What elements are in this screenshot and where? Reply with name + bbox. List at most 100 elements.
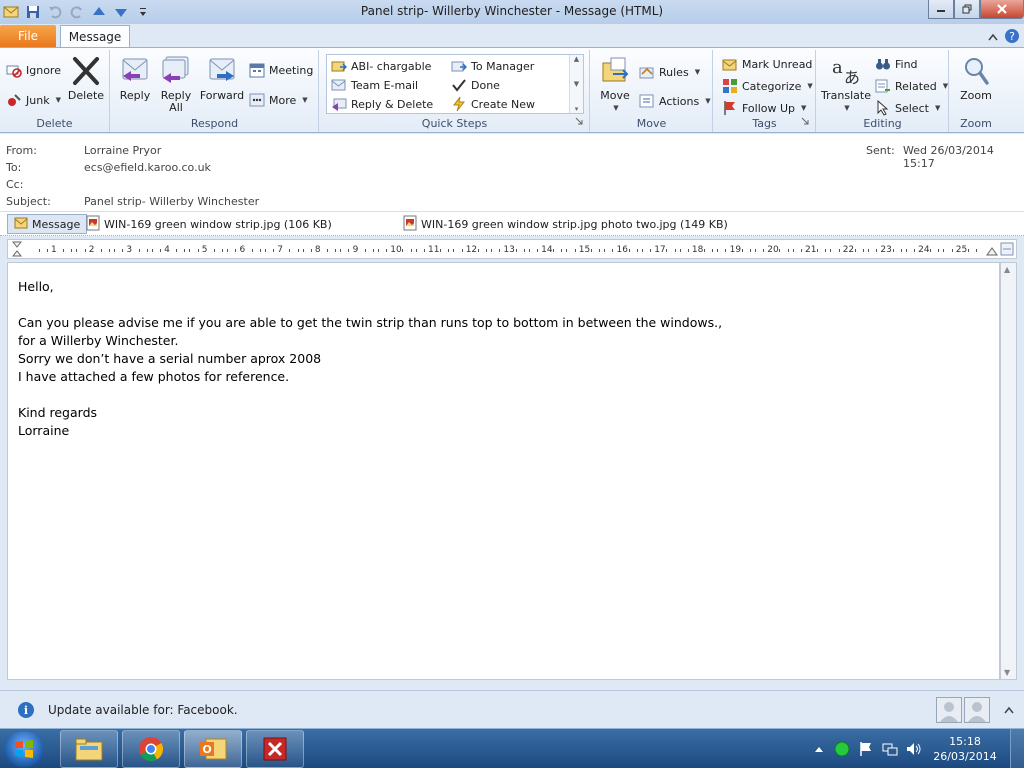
- ruler-tick-mark: [792, 249, 794, 252]
- zoom-button[interactable]: Zoom: [956, 54, 996, 102]
- minimize-button[interactable]: [928, 0, 954, 19]
- ruler-number: 5: [201, 245, 208, 255]
- show-desktop-button[interactable]: [1010, 729, 1024, 768]
- vertical-scrollbar[interactable]: ▲ ▼: [1000, 262, 1017, 680]
- info-icon: i: [18, 702, 34, 718]
- right-indent-marker-icon[interactable]: [986, 244, 998, 259]
- follow-up-button[interactable]: Follow Up ▼: [722, 100, 806, 116]
- quick-step-create-new[interactable]: Create New: [451, 96, 535, 112]
- clock-time: 15:18: [949, 735, 981, 748]
- scroll-down-icon[interactable]: ▼: [574, 80, 579, 88]
- ruler-tick-mark: [574, 249, 576, 252]
- show-hidden-icons-icon[interactable]: [814, 743, 824, 756]
- move-folder-icon: [599, 54, 631, 88]
- rules-button[interactable]: Rules ▼: [639, 64, 700, 80]
- body-line: [18, 386, 722, 404]
- ruler-tick-mark: [415, 249, 417, 252]
- ruler-tick-mark: [302, 249, 304, 252]
- quick-step-reply-delete[interactable]: Reply & Delete: [331, 96, 433, 112]
- quick-step-abi-chargable[interactable]: ABI- chargable: [331, 58, 431, 74]
- delete-button[interactable]: Delete: [66, 54, 106, 102]
- more-button[interactable]: More ▼: [249, 92, 308, 108]
- scroll-up-icon[interactable]: ▲: [574, 55, 579, 63]
- find-button[interactable]: Find: [875, 56, 918, 72]
- network-icon[interactable]: [882, 741, 898, 760]
- ruler-tick-mark: [536, 249, 538, 252]
- attachment-file[interactable]: WIN-169 green window strip.jpg photo two…: [403, 215, 728, 234]
- ruler-number: 2: [88, 245, 95, 255]
- zoom-group: Zoom Zoom: [950, 50, 1002, 132]
- status-green-icon[interactable]: [834, 741, 850, 760]
- help-icon[interactable]: ?: [1004, 28, 1020, 47]
- magnifier-icon: [960, 54, 992, 88]
- ribbon-tab-row: File Message ?: [0, 24, 1024, 48]
- sent-value: Wed 26/03/2014 15:17: [903, 144, 994, 170]
- body-line: Can you please advise me if you are able…: [18, 315, 723, 330]
- ruler-tick-mark: [84, 249, 86, 252]
- ruler-tick-mark: [863, 249, 865, 252]
- contact-photo-icon[interactable]: [936, 697, 962, 723]
- quick-steps-scroll[interactable]: ▲ ▼ ▾: [569, 55, 583, 113]
- system-clock[interactable]: 15:18 26/03/2014: [930, 734, 1000, 764]
- quick-step-team-email[interactable]: Team E-mail: [331, 77, 418, 93]
- scroll-down-arrow-icon[interactable]: ▼: [1004, 668, 1010, 677]
- ignore-button[interactable]: Ignore: [6, 62, 61, 78]
- reply-button[interactable]: Reply: [117, 54, 153, 102]
- close-button[interactable]: [980, 0, 1024, 19]
- action-center-flag-icon[interactable]: [858, 741, 874, 760]
- ruler-tick-mark: [749, 249, 751, 252]
- related-button[interactable]: Related ▼: [875, 78, 948, 94]
- to-value[interactable]: ecs@efield.karoo.co.uk: [84, 161, 211, 174]
- ruler-tick-mark: [612, 249, 614, 252]
- ruler-tick-mark: [636, 249, 638, 252]
- volume-icon[interactable]: [906, 741, 922, 760]
- indent-marker-icon[interactable]: [11, 241, 23, 260]
- mark-unread-button[interactable]: Mark Unread: [722, 56, 812, 72]
- attachment-file[interactable]: WIN-169 green window strip.jpg (106 KB): [86, 215, 332, 234]
- categorize-button[interactable]: Categorize ▼: [722, 78, 813, 94]
- taskbar-app[interactable]: [246, 730, 304, 768]
- forward-button[interactable]: Forward: [199, 54, 245, 102]
- message-view-tab[interactable]: Message: [7, 214, 88, 234]
- ruler-number: 1: [51, 245, 57, 255]
- quick-step-to-manager[interactable]: To Manager: [451, 58, 534, 74]
- translate-button[interactable]: aあ Translate ▼: [821, 54, 871, 114]
- ruler-tick-mark: [854, 249, 856, 252]
- update-available-text[interactable]: Update available for: Facebook.: [48, 703, 238, 717]
- expand-gallery-icon[interactable]: ▾: [575, 105, 579, 113]
- meeting-button[interactable]: Meeting: [249, 62, 313, 78]
- ruler-tick-mark: [938, 249, 940, 252]
- scroll-up-arrow-icon[interactable]: ▲: [1004, 265, 1010, 274]
- taskbar-explorer[interactable]: [60, 730, 118, 768]
- message-body[interactable]: Hello, Can you please advise me if you a…: [7, 262, 1000, 680]
- ruler-tick-mark: [499, 249, 501, 252]
- view-ruler-icon[interactable]: [1000, 242, 1014, 259]
- ruler-tick-mark: [892, 249, 894, 252]
- ruler-tick-mark: [159, 249, 161, 252]
- taskbar-chrome[interactable]: [122, 730, 180, 768]
- ruler-tick-mark: [71, 249, 73, 252]
- contact-photo-icon[interactable]: [964, 697, 990, 723]
- delete-x-icon: [70, 54, 102, 88]
- reply-all-icon: [160, 54, 192, 88]
- expand-people-pane-icon[interactable]: [1004, 704, 1014, 717]
- restore-icon: [962, 4, 972, 14]
- ruler-tick-mark: [477, 249, 479, 252]
- ruler-tick-mark: [491, 249, 492, 252]
- minimize-ribbon-icon[interactable]: [988, 31, 998, 44]
- ruler-tick-mark: [943, 249, 945, 252]
- tab-message[interactable]: Message: [60, 25, 130, 48]
- ruler-tick-mark: [423, 249, 425, 252]
- from-value[interactable]: Lorraine Pryor: [84, 144, 161, 157]
- actions-button[interactable]: Actions ▼: [639, 93, 711, 109]
- quick-step-done[interactable]: Done: [451, 77, 500, 93]
- restore-button[interactable]: [954, 0, 980, 19]
- taskbar-outlook[interactable]: O: [184, 730, 242, 768]
- tab-file[interactable]: File: [0, 25, 56, 47]
- select-button[interactable]: Select ▼: [875, 100, 940, 116]
- junk-button[interactable]: Junk ▼: [6, 92, 61, 108]
- reply-all-button[interactable]: Reply All: [157, 54, 195, 114]
- move-button[interactable]: Move ▼: [597, 54, 633, 114]
- start-button[interactable]: [4, 731, 44, 767]
- rules-icon: [639, 64, 655, 80]
